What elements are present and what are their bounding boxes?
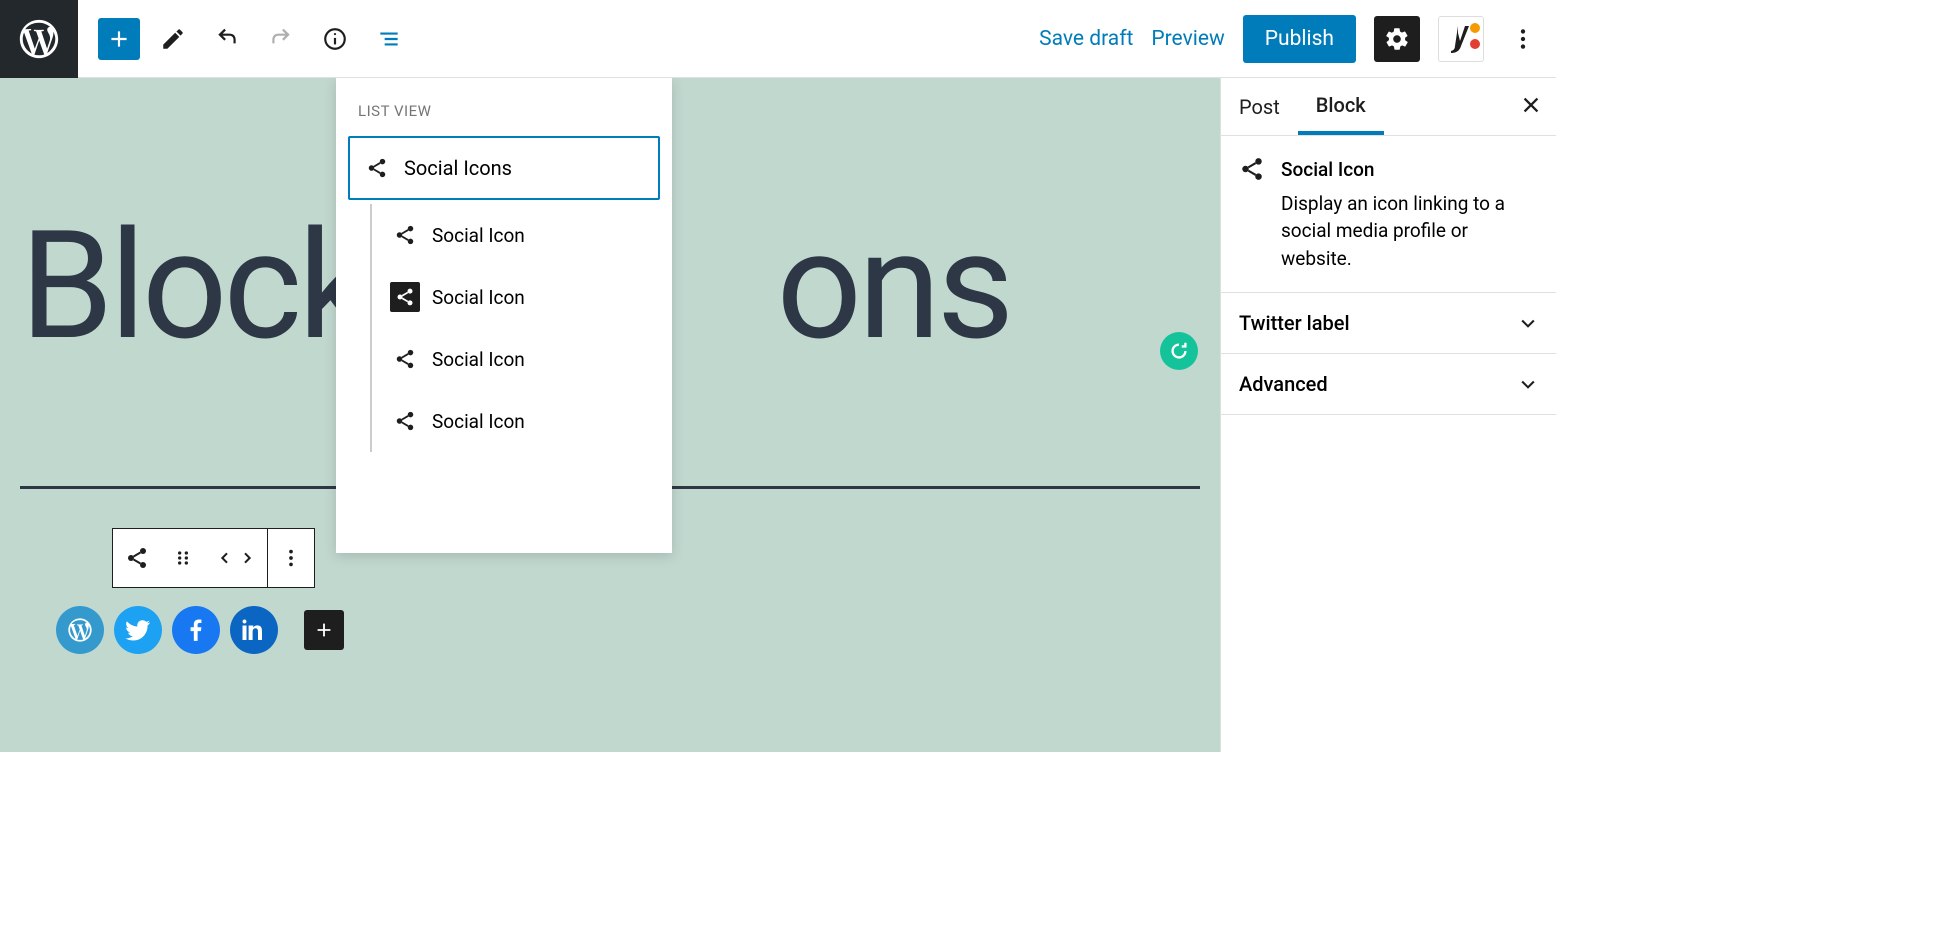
- share-icon: [1239, 156, 1265, 272]
- share-icon: [362, 153, 392, 183]
- list-view-icon: [376, 26, 402, 52]
- more-options-button[interactable]: [1502, 18, 1544, 60]
- gear-icon: [1384, 26, 1410, 52]
- editor-canvas[interactable]: Block ons: [0, 78, 1220, 752]
- redo-button[interactable]: [260, 18, 302, 60]
- title-text-left: Block: [20, 198, 370, 374]
- info-button[interactable]: [314, 18, 356, 60]
- preview-button[interactable]: Preview: [1151, 27, 1224, 51]
- chevron-left-icon: [217, 550, 233, 566]
- block-description: Social Icon Display an icon linking to a…: [1221, 136, 1556, 293]
- share-icon: [390, 220, 420, 250]
- redo-icon: [268, 26, 294, 52]
- more-vertical-icon: [280, 547, 302, 569]
- add-block-button[interactable]: [98, 18, 140, 60]
- tab-block[interactable]: Block: [1298, 78, 1384, 135]
- block-type-button[interactable]: [113, 529, 161, 587]
- close-icon: [1520, 94, 1542, 116]
- list-view-item-social-icon[interactable]: Social Icon: [378, 390, 660, 452]
- social-linkedin[interactable]: [230, 606, 278, 654]
- block-description-text: Display an icon linking to a social medi…: [1281, 190, 1538, 273]
- grammarly-badge[interactable]: [1160, 332, 1198, 370]
- facebook-icon: [183, 617, 209, 643]
- chevron-down-icon: [1518, 374, 1538, 394]
- drag-handle[interactable]: [161, 529, 205, 587]
- list-view-panel: LIST VIEW Social Icons Social Icon Socia…: [336, 78, 672, 553]
- drag-icon: [173, 548, 193, 568]
- wordpress-logo[interactable]: [0, 0, 78, 78]
- list-view-item-label: Social Icon: [432, 410, 525, 433]
- save-draft-button[interactable]: Save draft: [1039, 27, 1133, 51]
- chevron-right-icon: [239, 550, 255, 566]
- wordpress-icon: [16, 16, 62, 62]
- share-icon: [390, 406, 420, 436]
- yoast-status-dot-1: [1470, 23, 1480, 33]
- settings-button[interactable]: [1374, 16, 1420, 62]
- twitter-icon: [125, 617, 151, 643]
- close-sidebar-button[interactable]: [1506, 94, 1556, 120]
- sidebar-tabs: Post Block: [1221, 78, 1556, 136]
- toolbar-right: Save draft Preview Publish: [1039, 15, 1556, 63]
- list-view-item-label: Social Icons: [404, 156, 512, 180]
- more-vertical-icon: [1510, 26, 1536, 52]
- editor-area: Block ons: [0, 78, 1556, 752]
- publish-button[interactable]: Publish: [1243, 15, 1356, 63]
- panel-advanced[interactable]: Advanced: [1221, 354, 1556, 415]
- toolbar-left: [78, 18, 410, 60]
- yoast-button[interactable]: [1438, 16, 1484, 62]
- wordpress-icon: [66, 616, 94, 644]
- list-view-button[interactable]: [368, 18, 410, 60]
- share-icon: [390, 344, 420, 374]
- social-twitter[interactable]: [114, 606, 162, 654]
- list-view-item-label: Social Icon: [432, 286, 525, 309]
- plus-icon: [313, 619, 335, 641]
- yoast-status-dot-2: [1470, 39, 1480, 49]
- editor-topbar: Save draft Preview Publish: [0, 0, 1556, 78]
- list-view-item-social-icons[interactable]: Social Icons: [348, 136, 660, 200]
- list-view-title: LIST VIEW: [348, 102, 660, 120]
- move-buttons[interactable]: [205, 529, 267, 587]
- block-title: Social Icon: [1281, 156, 1538, 184]
- panel-label: Advanced: [1239, 372, 1328, 396]
- list-view-item-label: Social Icon: [432, 348, 525, 371]
- plus-icon: [106, 26, 132, 52]
- panel-twitter-label[interactable]: Twitter label: [1221, 293, 1556, 354]
- add-social-button[interactable]: [304, 610, 344, 650]
- social-facebook[interactable]: [172, 606, 220, 654]
- grammarly-icon: [1168, 340, 1190, 362]
- info-icon: [322, 26, 348, 52]
- pencil-icon: [160, 26, 186, 52]
- list-view-item-social-icon[interactable]: Social Icon: [378, 328, 660, 390]
- list-view-children: Social Icon Social Icon Social Icon Soci…: [370, 204, 660, 452]
- linkedin-icon: [242, 618, 266, 642]
- block-more-button[interactable]: [268, 529, 314, 587]
- list-view-item-social-icon[interactable]: Social Icon: [378, 204, 660, 266]
- social-wordpress[interactable]: [56, 606, 104, 654]
- list-view-item-label: Social Icon: [432, 224, 525, 247]
- tab-post[interactable]: Post: [1221, 78, 1298, 135]
- panel-label: Twitter label: [1239, 311, 1350, 335]
- block-toolbar: [112, 528, 315, 588]
- settings-sidebar: Post Block Social Icon Display an icon l…: [1220, 78, 1556, 752]
- share-icon: [390, 282, 420, 312]
- edit-mode-button[interactable]: [152, 18, 194, 60]
- title-text-right: ons: [776, 198, 1010, 374]
- social-icons-block[interactable]: [56, 606, 344, 654]
- share-icon: [125, 546, 149, 570]
- undo-icon: [214, 26, 240, 52]
- undo-button[interactable]: [206, 18, 248, 60]
- chevron-down-icon: [1518, 313, 1538, 333]
- list-view-item-social-icon[interactable]: Social Icon: [378, 266, 660, 328]
